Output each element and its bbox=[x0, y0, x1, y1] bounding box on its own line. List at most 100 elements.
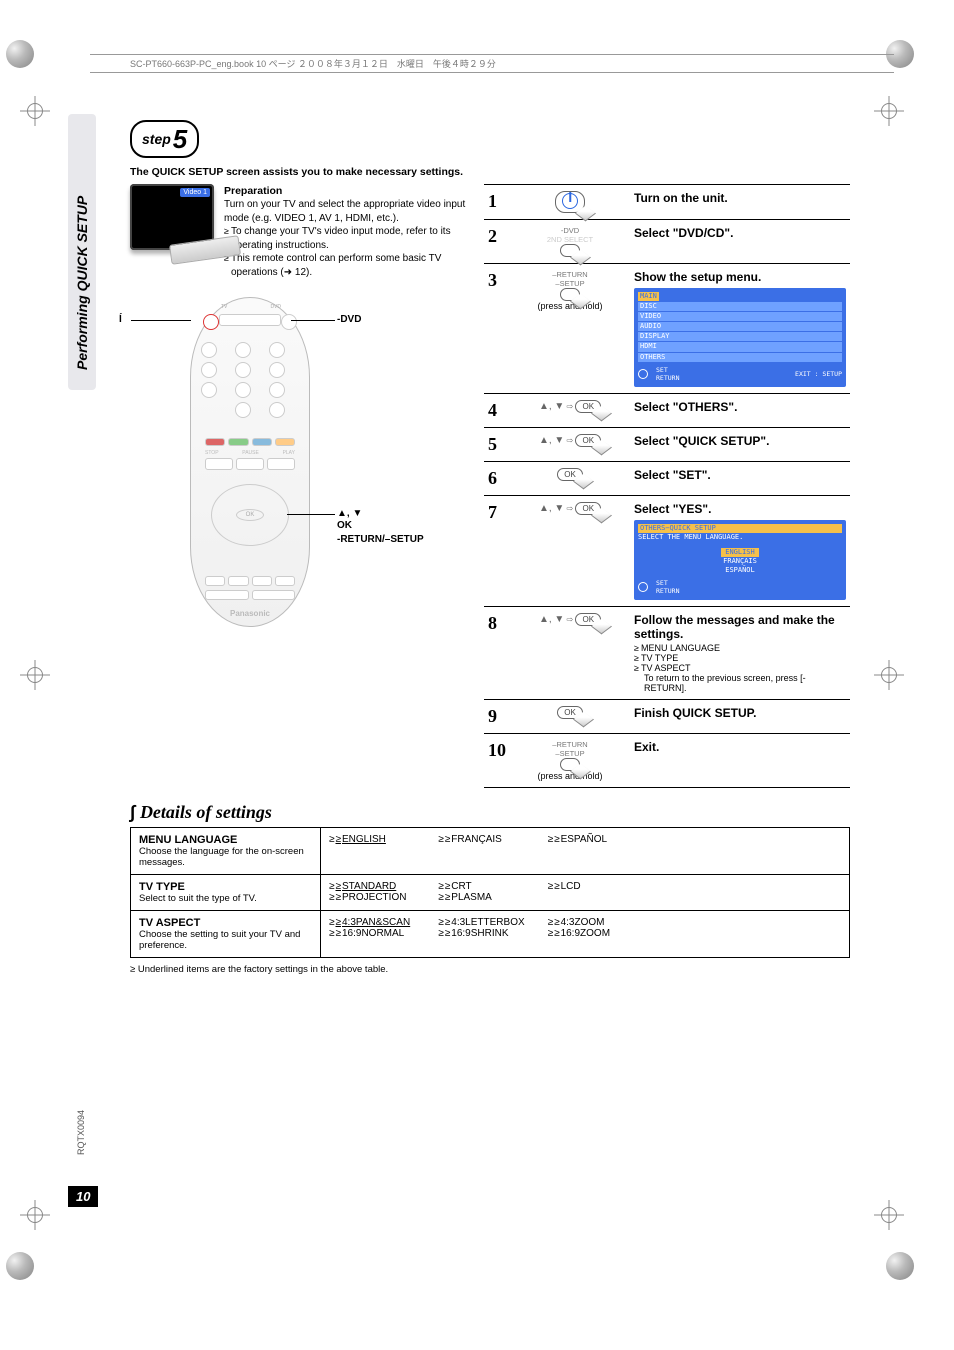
reg-orb-icon bbox=[6, 1252, 34, 1280]
step-control bbox=[510, 185, 630, 220]
step-row: 1 Turn on the unit. bbox=[484, 185, 850, 220]
ring-icon bbox=[638, 582, 648, 592]
setting-name: TV ASPECT bbox=[139, 917, 200, 929]
setting-name: TV TYPE bbox=[139, 881, 185, 893]
step-row: 8 ▲, ▼ ⇨ OK Follow the messages and make… bbox=[484, 606, 850, 699]
steps-table: 1 Turn on the unit. 2 -DVD 2ND SELECT bbox=[484, 184, 850, 788]
option: 16:9NORMAL bbox=[336, 928, 436, 939]
preparation-bullet: To change your TV's video input mode, re… bbox=[224, 225, 470, 252]
step-row: 6 OK Select "SET". bbox=[484, 461, 850, 495]
setting-desc: Choose the language for the on-screen me… bbox=[139, 846, 312, 868]
step-row: 10 –RETURN –SETUP (press and hold) Exit. bbox=[484, 733, 850, 787]
option: PLASMA bbox=[445, 892, 545, 903]
step-sub-list: MENU LANGUAGE TV TYPE TV ASPECT To retur… bbox=[634, 643, 846, 693]
remote-illustration: TV DVD STOPPAUSEPLA bbox=[190, 297, 310, 627]
tv-illustration: Video 1 bbox=[130, 184, 214, 250]
document-code: RQTX0094 bbox=[76, 1110, 86, 1155]
step-title: Finish QUICK SETUP. bbox=[634, 706, 756, 720]
step-row: 7 ▲, ▼ ⇨ OK Select "YES". OTHERS−QUICK S… bbox=[484, 495, 850, 606]
ok-button-icon: OK bbox=[575, 502, 601, 515]
press-hold-note: (press and hold) bbox=[537, 301, 602, 311]
crop-mark-icon bbox=[20, 660, 50, 690]
step-row: 5 ▲, ▼ ⇨ OK Select "QUICK SETUP". bbox=[484, 427, 850, 461]
preparation-bullet: This remote control can perform some bas… bbox=[224, 252, 470, 279]
ok-button-icon: OK bbox=[575, 434, 601, 447]
option: CRT bbox=[445, 881, 545, 892]
remote-dvd-label: -DVD bbox=[337, 314, 361, 325]
option: 4:3PAN&SCAN bbox=[336, 917, 436, 928]
step-title: Exit. bbox=[634, 740, 659, 754]
remote-power-label: Í bbox=[119, 314, 122, 325]
step-title: Follow the messages and make the setting… bbox=[634, 613, 835, 641]
table-row: MENU LANGUAGE Choose the language for th… bbox=[131, 827, 850, 874]
step-title: Show the setup menu. bbox=[634, 270, 761, 284]
option: ENGLISH bbox=[336, 834, 436, 845]
step-number: 5 bbox=[173, 126, 187, 152]
step-index: 1 bbox=[484, 185, 510, 220]
step-title: Turn on the unit. bbox=[634, 191, 728, 205]
table-row: TV TYPE Select to suit the type of TV. S… bbox=[131, 874, 850, 910]
option: LCD bbox=[554, 881, 654, 892]
button-label: –RETURN bbox=[514, 270, 626, 279]
table-row: TV ASPECT Choose the setting to suit you… bbox=[131, 910, 850, 957]
step-title: Select "YES". bbox=[634, 502, 711, 516]
button-icon bbox=[560, 288, 581, 301]
button-label: 2ND SELECT bbox=[514, 235, 626, 244]
details-heading: Details of settings bbox=[130, 802, 850, 823]
step-title: Select "SET". bbox=[634, 468, 711, 482]
option: STANDARD bbox=[336, 881, 436, 892]
page-number: 10 bbox=[68, 1186, 98, 1207]
ok-button-icon: OK bbox=[557, 468, 583, 481]
ok-button-icon: OK bbox=[575, 400, 601, 413]
step-title: Select "QUICK SETUP". bbox=[634, 434, 769, 448]
step-badge: step 5 bbox=[130, 120, 199, 158]
remote-arrows-label: ▲, ▼ bbox=[337, 508, 362, 519]
section-tab: Performing QUICK SETUP bbox=[74, 120, 90, 370]
preparation-title: Preparation bbox=[224, 184, 470, 198]
button-icon bbox=[560, 758, 581, 771]
step-title: Select "OTHERS". bbox=[634, 400, 737, 414]
reg-orb-icon bbox=[886, 1252, 914, 1280]
button-label: –RETURN bbox=[514, 740, 626, 749]
table-footnote: Underlined items are the factory setting… bbox=[130, 964, 850, 975]
osd-lang-menu: OTHERS−QUICK SETUP SELECT THE MENU LANGU… bbox=[634, 520, 846, 600]
button-label: –SETUP bbox=[514, 749, 626, 758]
step-row: 4 ▲, ▼ ⇨ OK Select "OTHERS". bbox=[484, 393, 850, 427]
remote-return-label: -RETURN/–SETUP bbox=[337, 534, 424, 545]
step-label: step bbox=[142, 131, 171, 147]
crop-mark-icon bbox=[20, 1200, 50, 1230]
print-header: SC-PT660-663P-PC_eng.book 10 ページ ２００８年３月… bbox=[90, 54, 894, 73]
option: ESPAÑOL bbox=[554, 834, 654, 845]
press-hold-note: (press and hold) bbox=[537, 771, 602, 781]
remote-ok-label: OK bbox=[337, 520, 352, 531]
option: 16:9ZOOM bbox=[554, 928, 654, 939]
button-label: –SETUP bbox=[514, 279, 626, 288]
setting-desc: Select to suit the type of TV. bbox=[139, 893, 312, 904]
button-icon bbox=[560, 244, 581, 257]
setting-desc: Choose the setting to suit your TV and p… bbox=[139, 929, 312, 951]
setting-name: MENU LANGUAGE bbox=[139, 834, 237, 846]
crop-mark-icon bbox=[874, 96, 904, 126]
step-row: 9 OK Finish QUICK SETUP. bbox=[484, 699, 850, 733]
settings-table: MENU LANGUAGE Choose the language for th… bbox=[130, 827, 850, 958]
reg-orb-icon bbox=[6, 40, 34, 68]
intro-text: The QUICK SETUP screen assists you to ma… bbox=[130, 166, 850, 178]
option: 4:3LETTERBOX bbox=[445, 917, 545, 928]
option: 16:9SHRINK bbox=[445, 928, 545, 939]
osd-main-menu: MAIN DISC VIDEO AUDIO DISPLAY HDMI OTHER… bbox=[634, 288, 846, 387]
crop-mark-icon bbox=[874, 1200, 904, 1230]
option: 4:3ZOOM bbox=[554, 917, 654, 928]
power-icon bbox=[555, 191, 585, 213]
option: PROJECTION bbox=[336, 892, 436, 903]
step-title: Select "DVD/CD". bbox=[634, 226, 733, 240]
video-input-label: Video 1 bbox=[180, 188, 210, 197]
content: step 5 The QUICK SETUP screen assists yo… bbox=[130, 120, 850, 975]
ring-icon bbox=[638, 369, 648, 379]
button-label: -DVD bbox=[514, 226, 626, 235]
remote-brand: Panasonic bbox=[191, 609, 309, 618]
crop-mark-icon bbox=[874, 660, 904, 690]
page: SC-PT660-663P-PC_eng.book 10 ページ ２００８年３月… bbox=[0, 0, 954, 1350]
step-row: 3 –RETURN –SETUP (press and hold) Show t… bbox=[484, 264, 850, 394]
step-row: 2 -DVD 2ND SELECT Select "DVD/CD". bbox=[484, 220, 850, 264]
option: FRANÇAIS bbox=[445, 834, 545, 845]
